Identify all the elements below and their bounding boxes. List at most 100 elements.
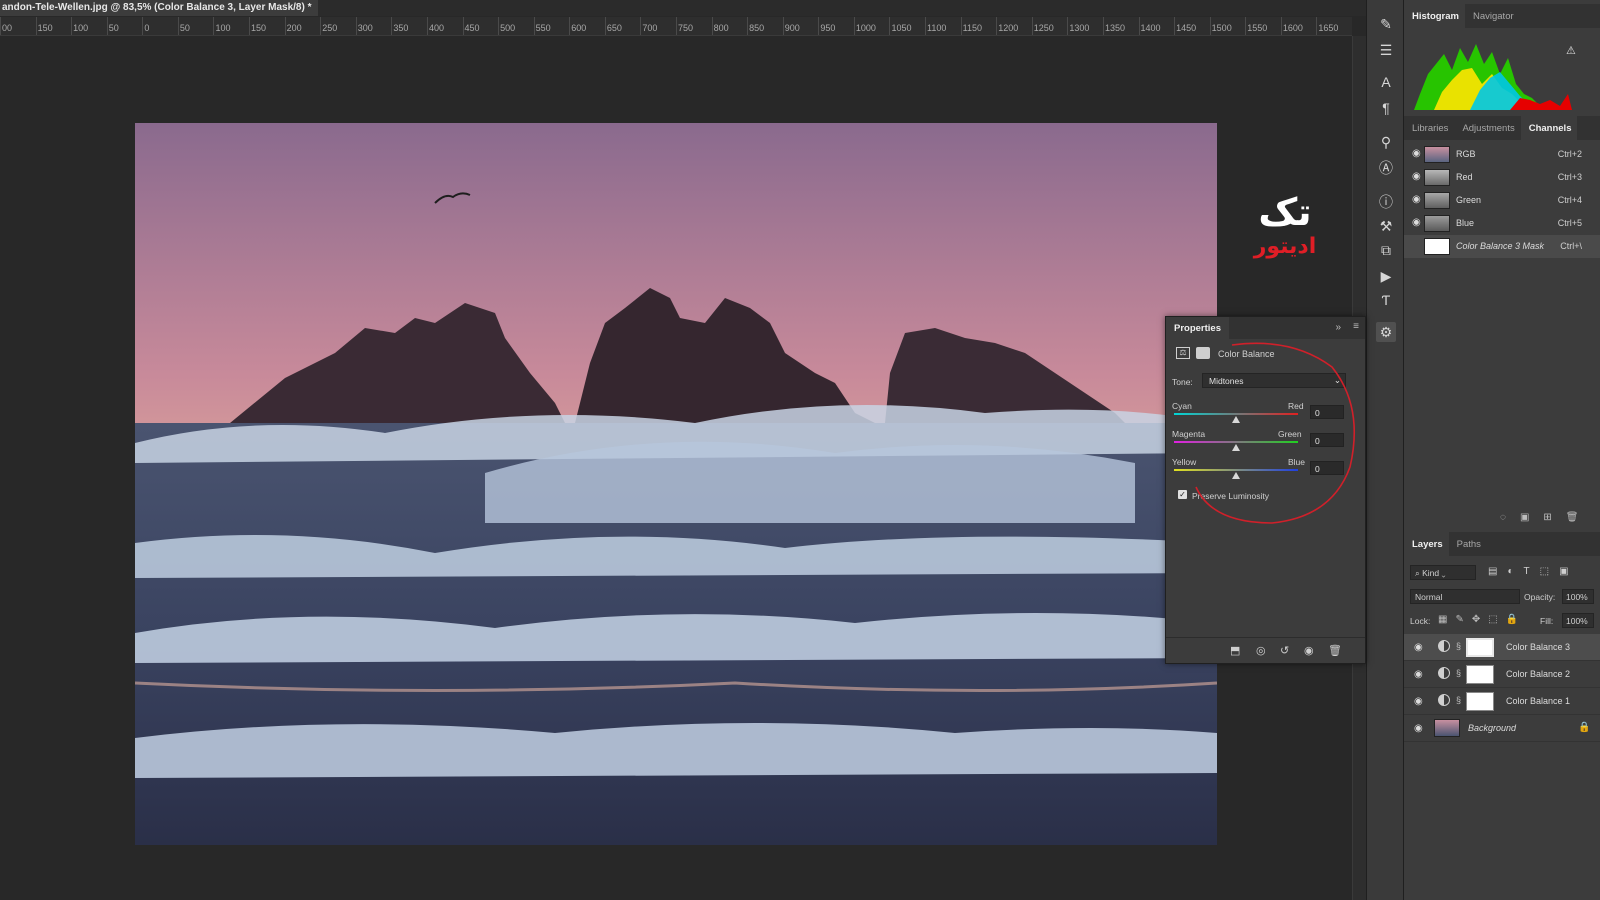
yellow-blue-track[interactable] <box>1174 469 1298 471</box>
tool-presets-icon[interactable]: ⚒ <box>1376 216 1396 236</box>
layer-row[interactable]: ◉ Background 🔒 <box>1404 715 1600 742</box>
reset-icon[interactable]: ↺ <box>1280 644 1289 657</box>
channel-row-mask[interactable]: Color Balance 3 Mask Ctrl+\ <box>1404 235 1600 258</box>
document-tab[interactable]: andon-Tele-Wellen.jpg @ 83,5% (Color Bal… <box>0 0 323 16</box>
save-selection-icon[interactable]: ▣ <box>1520 512 1543 523</box>
visibility-eye-icon[interactable]: ◉ <box>1304 644 1314 657</box>
channel-row-red[interactable]: ◉ Red Ctrl+3 <box>1404 166 1600 189</box>
fill-input[interactable]: 100% <box>1562 613 1594 628</box>
tab-layers[interactable]: Layers <box>1404 532 1449 556</box>
layer-name: Color Balance 3 <box>1506 642 1571 652</box>
layer-mask-thumbnail[interactable] <box>1466 665 1494 684</box>
warning-icon[interactable]: ⚠ <box>1566 44 1576 57</box>
ruler-tick-label: 600 <box>571 23 587 33</box>
filter-type-icon[interactable]: T <box>1524 566 1540 577</box>
channel-row-rgb[interactable]: ◉ RGB Ctrl+2 <box>1404 143 1600 166</box>
channel-row-green[interactable]: ◉ Green Ctrl+4 <box>1404 189 1600 212</box>
channel-shortcut: Ctrl+3 <box>1557 172 1582 182</box>
opacity-input[interactable]: 100% <box>1562 589 1594 604</box>
properties-icon[interactable]: ⚙ <box>1376 322 1396 342</box>
tab-paths[interactable]: Paths <box>1449 532 1487 556</box>
blend-mode-select[interactable]: Normal <box>1410 589 1520 604</box>
adjustments-icon[interactable]: ☰ <box>1376 40 1396 60</box>
character-icon[interactable]: A <box>1376 72 1396 92</box>
photo-canvas[interactable] <box>135 123 1217 845</box>
layer-filter-select[interactable]: ⌕ Kind ⌄ <box>1410 565 1476 580</box>
cyan-red-track[interactable] <box>1174 413 1298 415</box>
right-panel-dock: Histogram Navigator ⚠ Libraries Adjustment… <box>1404 0 1600 900</box>
info-icon[interactable]: ⓘ <box>1376 192 1396 212</box>
layer-row[interactable]: ◉ § Color Balance 2 <box>1404 661 1600 688</box>
adjustment-name: Color Balance <box>1218 349 1275 359</box>
lock-position-icon[interactable]: ✥ <box>1472 614 1488 625</box>
link-icon[interactable]: § <box>1456 668 1461 678</box>
ruler-tick-mark <box>462 17 464 35</box>
magenta-green-track[interactable] <box>1174 441 1298 443</box>
layer-mask-thumbnail[interactable] <box>1466 692 1494 711</box>
new-channel-icon[interactable]: ⊞ <box>1543 512 1565 523</box>
ruler-tick-mark <box>782 17 784 35</box>
yellow-blue-value[interactable]: 0 <box>1310 461 1344 475</box>
filter-smart-icon[interactable]: ▣ <box>1559 566 1578 577</box>
clip-to-layer-icon[interactable]: ⬒ <box>1230 644 1240 657</box>
ruler-tick-label: 1150 <box>962 23 982 33</box>
layer-row[interactable]: ◉ § Color Balance 3 <box>1404 634 1600 661</box>
yellow-blue-slider[interactable] <box>1232 472 1240 479</box>
lock-pixels-icon[interactable]: ✎ <box>1455 614 1471 625</box>
eye-icon[interactable]: ◉ <box>1414 669 1423 680</box>
cyan-red-value[interactable]: 0 <box>1310 405 1344 419</box>
history-icon[interactable]: ⧉ <box>1376 240 1396 260</box>
ruler-tick-label: 1300 <box>1069 23 1090 33</box>
filter-shape-icon[interactable]: ⬚ <box>1540 566 1559 577</box>
ruler-tick-mark <box>320 17 322 35</box>
tab-channels[interactable]: Channels <box>1520 116 1578 140</box>
channel-row-blue[interactable]: ◉ Blue Ctrl+5 <box>1404 212 1600 235</box>
layer-row[interactable]: ◉ § Color Balance 1 <box>1404 688 1600 715</box>
load-selection-icon[interactable]: ◌ <box>1500 512 1520 523</box>
eye-icon[interactable]: ◉ <box>1412 149 1424 159</box>
preserve-luminosity-checkbox[interactable]: ✓ <box>1178 490 1187 499</box>
lock-transparent-icon[interactable]: ▦ <box>1438 614 1455 625</box>
eye-icon[interactable]: ◉ <box>1412 172 1424 182</box>
ruler-tick-mark <box>35 17 37 35</box>
cyan-red-slider[interactable] <box>1232 416 1240 423</box>
properties-title[interactable]: Properties <box>1166 317 1229 339</box>
eye-icon[interactable]: ◉ <box>1414 696 1423 707</box>
tab-libraries[interactable]: Libraries <box>1404 116 1454 140</box>
type-tool-icon[interactable]: Ƭ <box>1376 290 1396 310</box>
lock-all-icon[interactable]: 🔒 <box>1506 614 1526 625</box>
magenta-green-value[interactable]: 0 <box>1310 433 1344 447</box>
clone-source-icon[interactable]: ⚲ <box>1376 132 1396 152</box>
magenta-green-slider[interactable] <box>1232 444 1240 451</box>
eye-icon[interactable]: ◉ <box>1414 723 1423 734</box>
watermark-line-1: تک <box>1258 190 1312 234</box>
tab-histogram[interactable]: Histogram <box>1404 4 1465 28</box>
ruler-tick-label: 1550 <box>1247 23 1268 33</box>
paragraph-icon[interactable]: ¶ <box>1376 98 1396 118</box>
channel-thumbnail <box>1424 192 1450 209</box>
delete-icon[interactable]: 🗑 <box>1328 644 1342 657</box>
collapse-icon[interactable]: » <box>1335 322 1341 333</box>
filter-adjustment-icon[interactable]: ◐ <box>1507 566 1523 577</box>
delete-channel-icon[interactable]: 🗑 <box>1566 512 1593 523</box>
ruler-tick-label: 450 <box>464 23 480 33</box>
eye-icon[interactable]: ◉ <box>1412 218 1424 228</box>
layer-mask-thumbnail[interactable] <box>1466 638 1494 657</box>
link-icon[interactable]: § <box>1456 695 1461 705</box>
eye-icon[interactable]: ◉ <box>1414 642 1423 653</box>
actions-play-icon[interactable]: ▶ <box>1376 266 1396 286</box>
mask-icon[interactable] <box>1196 347 1210 359</box>
tone-select[interactable]: Midtones ⌄ <box>1202 373 1346 388</box>
lock-artboard-icon[interactable]: ⬚ <box>1488 614 1505 625</box>
eye-icon[interactable]: ◉ <box>1412 195 1424 205</box>
ruler-tick-mark <box>640 17 642 35</box>
link-icon[interactable]: § <box>1456 641 1461 651</box>
panel-menu-icon[interactable]: ≡ <box>1353 321 1359 332</box>
tab-navigator[interactable]: Navigator <box>1465 4 1520 28</box>
tab-adjustments[interactable]: Adjustments <box>1454 116 1520 140</box>
filter-pixel-icon[interactable]: ▤ <box>1488 566 1507 577</box>
view-previous-icon[interactable]: ◎ <box>1256 644 1266 657</box>
ruler-tick-label: 100 <box>215 23 231 33</box>
glyphs-icon[interactable]: Ⓐ <box>1376 158 1396 178</box>
brush-settings-icon[interactable]: ✎ <box>1376 14 1396 34</box>
